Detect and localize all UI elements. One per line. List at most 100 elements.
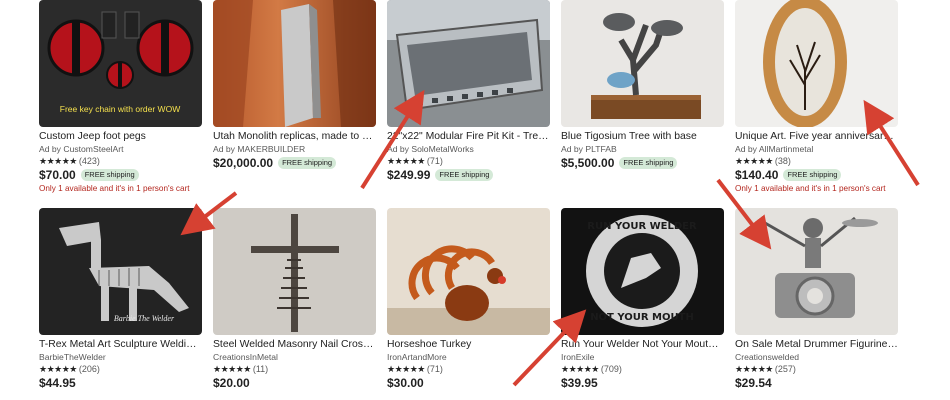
shop-name[interactable]: IronExile <box>561 352 724 363</box>
price-row: $30.00 <box>387 376 550 390</box>
review-count: (206) <box>78 364 100 374</box>
horseshoe-turkey-icon <box>387 208 550 335</box>
listing-card[interactable]: 22"x22" Modular Fire Pit Kit - Tree T...… <box>387 0 550 208</box>
price-row: $39.95 <box>561 376 724 390</box>
star-rating-icon: ★★★★★ <box>213 364 251 374</box>
stock-notice: Only 1 available and it's in 1 person's … <box>39 184 190 193</box>
rating: ★★★★★ (709) <box>561 364 724 375</box>
free-shipping-badge: FREE shipping <box>783 169 842 181</box>
shop-name[interactable]: Ad by MAKERBUILDER <box>213 144 376 155</box>
review-count: (11) <box>252 364 269 374</box>
price-row: $20,000.00 FREE shipping <box>213 156 376 170</box>
fire-pit-icon <box>387 0 550 127</box>
listing-image[interactable] <box>387 208 550 335</box>
listing-image[interactable] <box>735 0 898 127</box>
sign-text-top: RUN YOUR WELDER <box>587 221 697 232</box>
price-row: $44.95 <box>39 376 202 390</box>
image-caption: Barbie The Welder <box>114 314 175 323</box>
drummer-figurine-icon <box>735 208 898 335</box>
listing-image[interactable] <box>387 0 550 127</box>
listing-title[interactable]: Custom Jeep foot pegs <box>39 131 202 143</box>
listing-title[interactable]: Steel Welded Masonry Nail Cross - ... <box>213 339 376 351</box>
price: $5,500.00 <box>561 156 615 170</box>
stock-notice: Only 1 available and it's in 1 person's … <box>735 184 886 193</box>
price: $30.00 <box>387 376 424 390</box>
image-caption: Free key chain with order WOW <box>60 104 180 114</box>
star-rating-icon: ★★★★★ <box>735 156 773 166</box>
welder-sign-icon: RUN YOUR WELDER NOT YOUR MOUTH <box>561 208 724 335</box>
listing-image[interactable]: Barbie The Welder <box>39 208 202 335</box>
shop-name[interactable]: Creationswelded <box>735 352 898 363</box>
price: $39.95 <box>561 376 598 390</box>
listing-grid: Free key chain with order WOW Custom Jee… <box>39 0 901 400</box>
sign-text-bottom: NOT YOUR MOUTH <box>590 312 694 323</box>
star-rating-icon: ★★★★★ <box>387 156 425 166</box>
price-row: $70.00 FREE shipping <box>39 168 202 182</box>
listing-title[interactable]: Horseshoe Turkey <box>387 339 550 351</box>
metal-tree-icon <box>561 0 724 127</box>
rating: ★★★★★ (257) <box>735 364 898 375</box>
wood-slice-art-icon <box>735 0 898 127</box>
price: $44.95 <box>39 376 76 390</box>
listing-card[interactable]: Unique Art. Five year anniversary ... Ad… <box>735 0 898 208</box>
listing-card[interactable]: On Sale Metal Drummer Figurine, D... Cre… <box>735 208 898 400</box>
review-count: (709) <box>600 364 622 374</box>
listing-card[interactable]: Utah Monolith replicas, made to or... Ad… <box>213 0 376 208</box>
shop-name[interactable]: IronArtandMore <box>387 352 550 363</box>
price-row: $140.40 FREE shipping <box>735 168 898 182</box>
shop-name[interactable]: Ad by CustomSteelArt <box>39 144 202 155</box>
price: $29.54 <box>735 376 772 390</box>
shop-name[interactable]: Ad by SoloMetalWorks <box>387 144 550 155</box>
listing-image[interactable] <box>213 208 376 335</box>
price: $140.40 <box>735 168 779 182</box>
free-shipping-badge: FREE shipping <box>80 169 139 181</box>
price-row: $29.54 <box>735 376 898 390</box>
listing-title[interactable]: On Sale Metal Drummer Figurine, D... <box>735 339 898 351</box>
shop-name[interactable]: CreationsInMetal <box>213 352 376 363</box>
listing-card[interactable]: Barbie The Welder T-Rex Metal Art Sculpt… <box>39 208 202 400</box>
listing-image[interactable]: Free key chain with order WOW <box>39 0 202 127</box>
deadpool-pegs-icon: Free key chain with order WOW <box>39 0 202 127</box>
review-count: (71) <box>426 364 443 374</box>
free-shipping-badge: FREE shipping <box>435 169 494 181</box>
free-shipping-badge: FREE shipping <box>619 157 678 169</box>
rating: ★★★★★ (423) <box>39 156 202 167</box>
star-rating-icon: ★★★★★ <box>735 364 773 374</box>
listing-image[interactable]: RUN YOUR WELDER NOT YOUR MOUTH <box>561 208 724 335</box>
review-count: (257) <box>774 364 796 374</box>
rating: ★★★★★ (11) <box>213 364 376 375</box>
star-rating-icon: ★★★★★ <box>39 364 77 374</box>
listing-title[interactable]: Unique Art. Five year anniversary ... <box>735 131 898 143</box>
listing-card[interactable]: Free key chain with order WOW Custom Jee… <box>39 0 202 208</box>
price: $249.99 <box>387 168 431 182</box>
price-row: $5,500.00 FREE shipping <box>561 156 724 170</box>
price: $20.00 <box>213 376 250 390</box>
listing-image[interactable] <box>213 0 376 127</box>
listing-title[interactable]: Blue Tigosium Tree with base <box>561 131 724 143</box>
nail-cross-icon <box>213 208 376 335</box>
listing-title[interactable]: Run Your Welder Not Your Mouth G... <box>561 339 724 351</box>
star-rating-icon: ★★★★★ <box>561 364 599 374</box>
review-count: (71) <box>426 156 443 166</box>
listing-title[interactable]: 22"x22" Modular Fire Pit Kit - Tree T... <box>387 131 550 143</box>
listing-title[interactable]: T-Rex Metal Art Sculpture Welding ... <box>39 339 202 351</box>
listing-card[interactable]: Steel Welded Masonry Nail Cross - ... Cr… <box>213 208 376 400</box>
price: $70.00 <box>39 168 76 182</box>
listing-title[interactable]: Utah Monolith replicas, made to or... <box>213 131 376 143</box>
review-count: (423) <box>78 156 100 166</box>
star-rating-icon: ★★★★★ <box>387 364 425 374</box>
listing-card[interactable]: RUN YOUR WELDER NOT YOUR MOUTH Run Your … <box>561 208 724 400</box>
price: $20,000.00 <box>213 156 274 170</box>
listing-card[interactable]: Blue Tigosium Tree with base Ad by PLTFA… <box>561 0 724 208</box>
monolith-icon <box>213 0 376 127</box>
listing-image[interactable] <box>561 0 724 127</box>
rating: ★★★★★ (71) <box>387 156 550 167</box>
shop-name[interactable]: Ad by PLTFAB <box>561 144 724 155</box>
listing-image[interactable] <box>735 208 898 335</box>
rating: ★★★★★ (206) <box>39 364 202 375</box>
listing-card[interactable]: Horseshoe Turkey IronArtandMore ★★★★★ (7… <box>387 208 550 400</box>
shop-name[interactable]: BarbieTheWelder <box>39 352 202 363</box>
shop-name[interactable]: Ad by AllMartinmetal <box>735 144 898 155</box>
rating: ★★★★★ (71) <box>387 364 550 375</box>
trex-sculpture-icon: Barbie The Welder <box>39 208 202 335</box>
